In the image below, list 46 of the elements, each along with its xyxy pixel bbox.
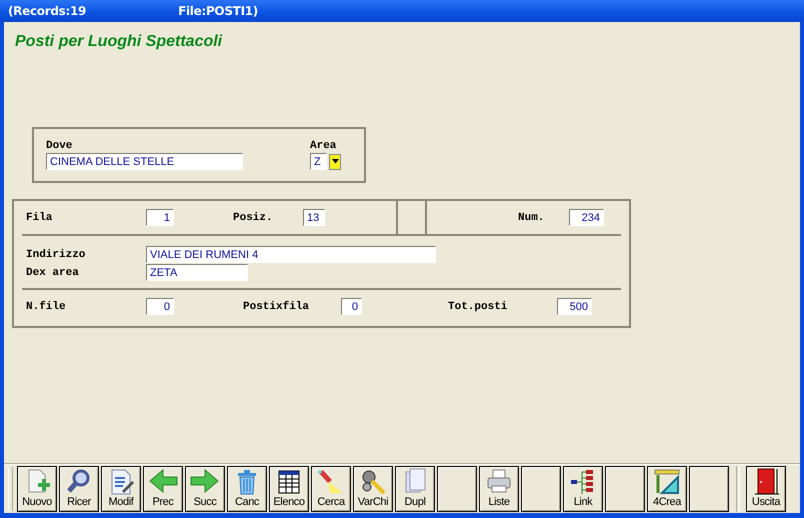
field-label: Num.: [518, 210, 546, 224]
toolbar-button[interactable]: Nuovo: [17, 466, 57, 512]
right-arrow-icon: [190, 467, 220, 495]
toolbar-button[interactable]: Cerca: [311, 466, 351, 512]
input-field[interactable]: 0: [146, 298, 174, 315]
input-field[interactable]: ZETA: [146, 264, 248, 281]
input-field[interactable]: CINEMA DELLE STELLE: [46, 153, 243, 170]
field-label: Dove: [46, 139, 74, 153]
toolbar-button[interactable]: 4Crea: [647, 466, 687, 512]
toolbar-button[interactable]: Liste: [479, 466, 519, 512]
window-title: (Records:19: [8, 4, 86, 18]
field-label: N.file: [26, 300, 67, 314]
toolbar-button[interactable]: [437, 466, 477, 512]
input-field[interactable]: 1: [146, 209, 174, 226]
left-arrow-icon: [148, 467, 178, 495]
input-field[interactable]: 13: [303, 209, 325, 226]
form-heading: Posti per Luoghi Spettacoli: [15, 32, 224, 52]
field-label: Posiz.: [233, 210, 274, 224]
field-label: Postixfila: [243, 300, 310, 314]
input-field[interactable]: Z: [310, 153, 327, 170]
toolbar-button[interactable]: Link: [563, 466, 603, 512]
window-title: File:POSTI1): [178, 4, 258, 18]
field-label: Fila: [26, 210, 54, 224]
input-field[interactable]: 234: [569, 209, 604, 226]
field-label: Indirizzo: [26, 248, 86, 262]
input-field[interactable]: VIALE DEI RUMENI 4: [146, 246, 436, 263]
field-label: Area: [310, 139, 338, 153]
field-label: Tot.posti: [448, 300, 508, 314]
toolbar-button[interactable]: Succ: [185, 466, 225, 512]
toolbar-button[interactable]: Elenco: [269, 466, 309, 512]
caret-icon: [332, 159, 338, 164]
ruler-triangle-icon: [652, 467, 682, 495]
toolbar-button[interactable]: Modif: [101, 466, 141, 512]
toolbar-button[interactable]: Uscita: [746, 466, 786, 512]
field-label: Dex area: [26, 266, 80, 280]
toolbar-button[interactable]: Ricer: [59, 466, 99, 512]
toolbar-button[interactable]: [605, 466, 645, 512]
toolbar-button[interactable]: [689, 466, 729, 512]
input-field[interactable]: 0: [341, 298, 362, 315]
toolbar-button[interactable]: VarChi: [353, 466, 393, 512]
toolbar-button[interactable]: Dupl: [395, 466, 435, 512]
input-field[interactable]: 500: [557, 298, 592, 315]
toolbar-button[interactable]: [521, 466, 561, 512]
toolbar-button[interactable]: Prec: [143, 466, 183, 512]
toolbar-button[interactable]: Canc: [227, 466, 267, 512]
dropdown-button[interactable]: [329, 154, 341, 170]
